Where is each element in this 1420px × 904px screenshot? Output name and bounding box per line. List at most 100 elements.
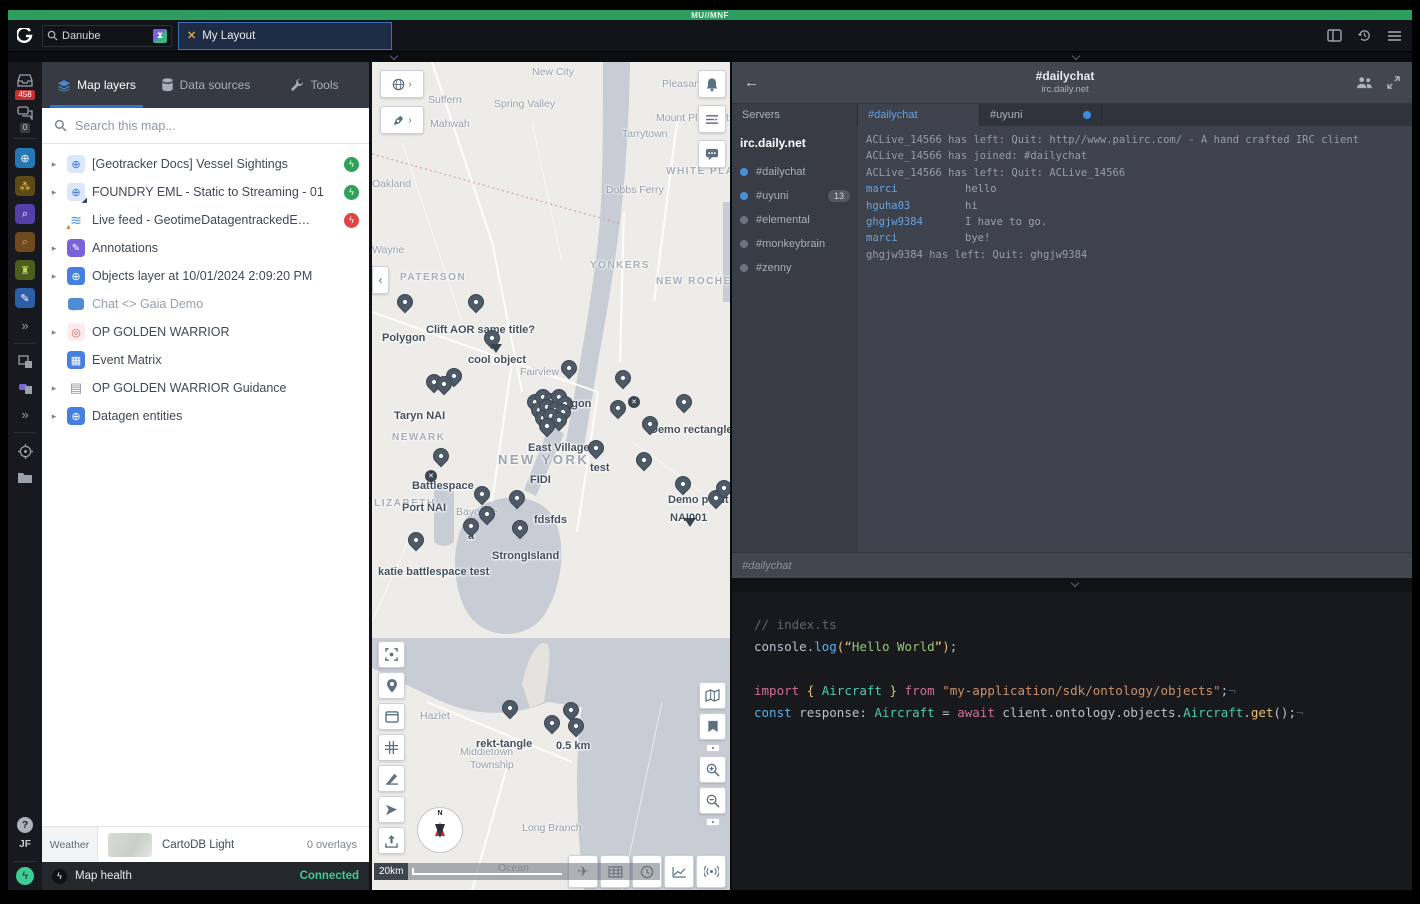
network-app-icon[interactable]: ⁂ (15, 176, 35, 196)
layer-row[interactable]: ▸Datagen entities (42, 402, 369, 430)
layer-row[interactable]: ▸Objects layer at 10/01/2024 2:09:20 PM (42, 262, 369, 290)
windows-icon[interactable] (13, 351, 37, 373)
workspace-icon[interactable] (13, 377, 37, 399)
layer-caret-icon[interactable]: ▸ (48, 187, 60, 198)
channel-item[interactable]: #zenny (740, 256, 850, 280)
channel-name: #uyuni (756, 190, 788, 202)
tab-tools[interactable]: Tools (260, 62, 369, 108)
channel-item[interactable]: #uyuni13 (740, 184, 850, 208)
layer-caret-icon[interactable]: ▸ (48, 271, 60, 282)
map-triangle-marker[interactable] (490, 344, 502, 359)
comments-icon[interactable] (13, 102, 37, 124)
legend-button[interactable] (698, 105, 726, 133)
code-editor[interactable]: // index.tsconsole.log(“Hello World”); i… (732, 592, 1412, 890)
chat-message-input[interactable] (742, 560, 1402, 572)
map-triangle-marker[interactable] (684, 518, 696, 533)
map-canvas[interactable]: New CityPleasantvilleSuffernSpring Valle… (372, 62, 730, 890)
compass[interactable]: N (417, 807, 463, 853)
basemap-thumbnail[interactable] (108, 833, 152, 857)
overlays-count[interactable]: 0 overlays (307, 839, 369, 851)
history-icon[interactable] (1356, 28, 1372, 44)
globe-app-icon[interactable]: ⊕ (15, 148, 35, 168)
collapse-chat-icon[interactable] (1071, 579, 1079, 587)
basemap-fold-button[interactable] (699, 682, 726, 709)
back-arrow-icon[interactable]: ← (744, 74, 774, 91)
layer-caret-icon[interactable]: ▸ (48, 327, 60, 338)
layer-row[interactable]: Live feed - GeotimeDatagentrackedE…ϟ (42, 206, 369, 234)
query-app-icon[interactable]: ⌕ (15, 232, 35, 252)
bearing-button[interactable] (378, 796, 405, 823)
map-cross-marker[interactable]: ✕ (628, 396, 640, 408)
layer-caret-icon[interactable]: ▸ (48, 411, 60, 422)
zoom-out-button[interactable] (699, 787, 726, 814)
map-search-input[interactable] (75, 119, 357, 133)
measure-button[interactable] (378, 765, 405, 792)
grid-button[interactable] (378, 734, 405, 761)
user-avatar[interactable]: JF (19, 839, 31, 850)
bookmark-button[interactable] (699, 713, 726, 740)
collapse-top-left-icon[interactable] (390, 52, 398, 60)
layer-row[interactable]: ▸[Geotracker Docs] Vessel Sightingsϟ (42, 150, 369, 178)
layer-caret-icon[interactable]: ▸ (48, 159, 60, 170)
channel-tab-uyuni[interactable]: #uyuni (980, 104, 1102, 126)
server-name[interactable]: irc.daily.net (740, 136, 850, 150)
status-bolt-icon[interactable]: ϟ (16, 867, 34, 885)
object-filter-icon[interactable]: ⧗ (153, 29, 167, 43)
layer-caret-icon[interactable]: ▸ (48, 243, 60, 254)
message-list[interactable]: ACLive_14566 has left: Quit: http//www.p… (858, 126, 1412, 552)
layout-tab[interactable]: ✕ My Layout (178, 22, 392, 50)
channel-item[interactable]: #elemental (740, 208, 850, 232)
center-focus-button[interactable] (378, 641, 405, 668)
map-search[interactable] (42, 108, 369, 144)
tab-data-sources[interactable]: Data sources (151, 62, 260, 108)
zoom-handle-icon[interactable] (706, 744, 720, 752)
notifications-button[interactable] (698, 70, 726, 98)
map-cross-marker[interactable]: ✕ (425, 470, 437, 482)
channel-item[interactable]: #monkeybrain (740, 232, 850, 256)
layer-row[interactable]: ▸FOUNDRY EML - Static to Streaming - 01ϟ (42, 178, 369, 206)
layer-row[interactable]: ▸OP GOLDEN WARRIOR (42, 318, 369, 346)
zoom-in-button[interactable] (699, 756, 726, 783)
panel-collapse-handle[interactable]: ‹ (372, 266, 389, 294)
rail-expand-icon[interactable]: » (13, 314, 37, 336)
tab-map-layers[interactable]: Map layers (42, 62, 151, 108)
export-button[interactable] (378, 827, 405, 854)
layer-caret-icon[interactable]: ▸ (48, 383, 60, 394)
locate-icon[interactable] (13, 440, 37, 462)
basemap-toggle-button[interactable]: › (380, 70, 424, 98)
help-icon[interactable]: ? (17, 817, 33, 833)
elevation-button[interactable] (664, 855, 694, 888)
layer-row[interactable]: ▸Annotations (42, 234, 369, 262)
menu-list-icon[interactable] (1386, 28, 1402, 44)
folder-icon[interactable] (13, 466, 37, 488)
layer-row[interactable]: Event Matrix (42, 346, 369, 374)
gaia-logo-icon[interactable] (8, 28, 42, 44)
layer-row[interactable]: ▸OP GOLDEN WARRIOR Guidance (42, 374, 369, 402)
annotate-app-icon[interactable]: ✎ (15, 288, 35, 308)
channel-item[interactable]: #dailychat (740, 160, 850, 184)
global-search-input[interactable] (62, 30, 149, 42)
collapse-top-right-icon[interactable] (1072, 52, 1080, 60)
channel-tab-dailychat[interactable]: #dailychat (858, 104, 980, 126)
basemap-name[interactable]: CartoDB Light (162, 839, 307, 851)
servers-tab[interactable]: Servers (732, 104, 858, 126)
viewport-button[interactable] (378, 703, 405, 730)
map-health-bar[interactable]: ϟ Map health Connected (42, 862, 369, 890)
expand-icon[interactable] (1387, 76, 1400, 89)
draw-toggle-button[interactable]: › (380, 106, 424, 134)
layer-row[interactable]: Chat <> Gaia Demo (42, 290, 369, 318)
layer-label: FOUNDRY EML - Static to Streaming - 01 (92, 185, 337, 199)
live-broadcast-button[interactable] (696, 855, 726, 888)
map-chat-button[interactable] (698, 140, 726, 168)
rail-divider (14, 343, 36, 344)
rail-expand2-icon[interactable]: » (13, 403, 37, 425)
zoom-handle-icon[interactable] (706, 818, 720, 826)
hierarchy-app-icon[interactable]: ♜ (15, 260, 35, 280)
drop-pin-button[interactable] (378, 672, 405, 699)
weather-button[interactable]: Weather (42, 827, 98, 862)
members-icon[interactable] (1356, 76, 1373, 89)
global-search[interactable]: ⧗ (42, 25, 172, 47)
object-explorer-app-icon[interactable]: ⌕ (15, 204, 35, 224)
panels-icon[interactable] (1326, 28, 1342, 44)
inbox-icon[interactable] (13, 69, 37, 91)
